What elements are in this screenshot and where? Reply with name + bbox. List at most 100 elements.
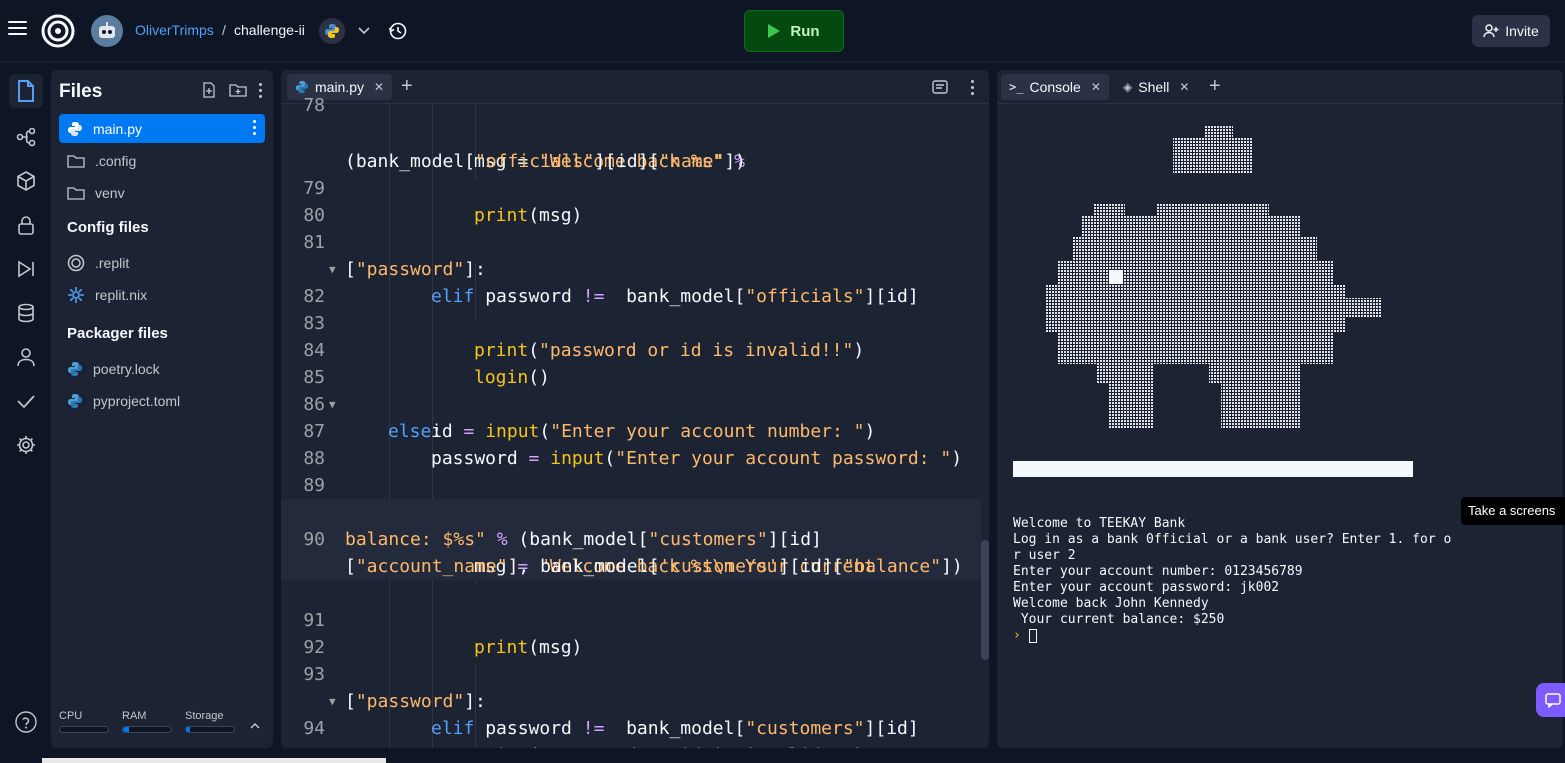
resources-meter[interactable]: CPU RAM Storage — [59, 710, 265, 740]
file-name: venv — [95, 184, 125, 201]
folder-icon — [67, 154, 85, 168]
config-files-title: Config files — [67, 219, 149, 236]
code-line-95: 95 login() — [281, 715, 981, 748]
code-line-87: 87 password = input("Enter your account … — [303, 421, 963, 469]
breadcrumb-repl-name[interactable]: challenge-ii — [234, 22, 305, 38]
cpu-label: CPU — [59, 710, 83, 722]
settings-icon[interactable] — [9, 428, 43, 462]
cpu-bar — [59, 726, 109, 733]
file-item-replit-nix[interactable]: replit.nix — [59, 280, 265, 309]
chat-icon[interactable] — [1536, 683, 1565, 717]
file-name: replit.nix — [95, 286, 148, 303]
code-line-83: 83 print("password or id is invalid!!") — [303, 313, 865, 361]
python-icon — [68, 393, 82, 408]
console-prompt-line[interactable]: › — [1013, 628, 1451, 644]
console-output[interactable]: Welcome to TEEKAY Bank Log in as a bank 0… — [1013, 500, 1451, 676]
run-button[interactable]: Run — [744, 10, 844, 52]
tab-console[interactable]: >_ Console ✕ — [1001, 74, 1109, 100]
file-item-poetry-lock[interactable]: poetry.lock — [59, 354, 265, 383]
code-editor-pane: main.py ✕ + 78 msg = "Welcome back %s" %… — [281, 70, 989, 748]
shell-icon: ◈ — [1123, 80, 1133, 94]
python-language-icon[interactable] — [319, 18, 345, 44]
help-icon[interactable] — [9, 705, 43, 739]
tool-rail — [0, 62, 51, 752]
code-line-94: 94 print("password or id is invalid!!") — [303, 718, 864, 748]
invite-button[interactable]: Invite — [1472, 15, 1550, 47]
breadcrumb-separator: / — [222, 22, 226, 38]
file-name: pyproject.toml — [93, 392, 181, 409]
code-area[interactable]: 78 msg = "Welcome back %s" % (bank_model… — [281, 95, 981, 748]
editor-scrollbar[interactable] — [981, 540, 989, 660]
ram-bar — [122, 726, 172, 733]
python-icon — [68, 361, 82, 376]
file-item-pyproject-toml[interactable]: pyproject.toml — [59, 386, 265, 415]
replit-logo-icon[interactable] — [41, 14, 75, 48]
python-icon — [68, 121, 82, 136]
top-bar: OliverTrimps / challenge-ii Run Invite — [0, 0, 1565, 62]
files-more-icon[interactable] — [259, 82, 263, 98]
close-icon[interactable]: ✕ — [374, 80, 384, 94]
robot-icon — [99, 22, 115, 38]
run-icon[interactable] — [9, 252, 43, 286]
new-file-icon[interactable] — [201, 82, 217, 98]
console-line: Enter your account password: jk002 — [1013, 580, 1280, 595]
code-line-85: 85 ▼ else: — [303, 367, 443, 442]
packager-files-title: Packager files — [67, 325, 168, 342]
history-icon[interactable] — [388, 21, 408, 41]
tab-shell[interactable]: ◈ Shell ✕ — [1115, 74, 1197, 100]
add-user-icon — [1483, 24, 1499, 38]
code-line-89: 89 ▼ if password == bank_model["customer… — [281, 445, 981, 550]
breadcrumb-user[interactable]: OliverTrimps — [135, 22, 214, 38]
piggy-bank-ascii-art — [1045, 125, 1381, 428]
chevron-down-icon[interactable] — [356, 22, 372, 38]
check-icon[interactable] — [9, 384, 43, 418]
console-tab-bar: >_ Console ✕ ◈ Shell ✕ + — [997, 70, 1563, 104]
secrets-icon[interactable] — [9, 208, 43, 242]
console-line: Welcome to TEEKAY Bank — [1013, 516, 1186, 531]
code-line-84: 84 login() — [303, 340, 550, 388]
code-line-80: 80 — [303, 205, 325, 226]
code-line-93: 93 ▼ elif password != bank_model["custom… — [303, 664, 919, 739]
file-item-replit[interactable]: .replit — [59, 248, 265, 277]
nix-icon — [68, 286, 84, 303]
database-icon[interactable] — [9, 296, 43, 330]
code-line-79: 79 print(msg) — [303, 178, 583, 226]
editor-settings-icon[interactable] — [932, 79, 948, 95]
file-item-main-py[interactable]: main.py — [59, 114, 265, 143]
menu-icon[interactable] — [8, 21, 27, 35]
console-line: Welcome back John Kennedy — [1013, 596, 1209, 611]
chevron-up-icon[interactable] — [249, 720, 261, 732]
file-more-icon[interactable] — [253, 120, 257, 138]
folder-icon — [67, 186, 85, 200]
add-tab-icon[interactable]: + — [1209, 75, 1221, 98]
terminal-icon: >_ — [1009, 80, 1024, 94]
file-item-venv[interactable]: venv — [59, 178, 265, 207]
file-name: main.py — [93, 120, 143, 137]
tab-label: Console — [1029, 79, 1081, 95]
play-icon — [768, 24, 781, 38]
user-icon[interactable] — [9, 340, 43, 374]
prompt-icon: › — [1013, 628, 1021, 643]
files-title: Files — [59, 81, 103, 102]
file-item-config[interactable]: .config — [59, 146, 265, 175]
storage-bar — [185, 726, 235, 733]
code-line-86: 86 id = input("Enter your account number… — [303, 394, 876, 442]
file-name: poetry.lock — [93, 360, 160, 377]
files-icon[interactable] — [9, 74, 43, 108]
console-pane: >_ Console ✕ ◈ Shell ✕ + Welcome to TEEK… — [997, 70, 1563, 748]
packages-icon[interactable] — [9, 164, 43, 198]
close-icon[interactable]: ✕ — [1179, 80, 1189, 94]
git-icon[interactable] — [9, 120, 43, 154]
run-label: Run — [790, 22, 820, 40]
console-line: Your current balance: $250 — [1013, 612, 1225, 627]
code-line-82: 82 — [303, 286, 325, 307]
invite-label: Invite — [1505, 23, 1539, 39]
code-line-81: 81 ▼ elif password != bank_model["offici… — [303, 232, 919, 307]
os-taskbar-fragment — [42, 758, 386, 763]
close-icon[interactable]: ✕ — [1091, 80, 1101, 94]
repl-avatar[interactable] — [91, 15, 123, 47]
new-folder-icon[interactable] — [229, 82, 247, 98]
code-line-78: 78 msg = "Welcome back %s" % — [303, 95, 745, 172]
editor-more-icon[interactable] — [971, 80, 975, 95]
code-line-92: 92 — [303, 637, 325, 658]
